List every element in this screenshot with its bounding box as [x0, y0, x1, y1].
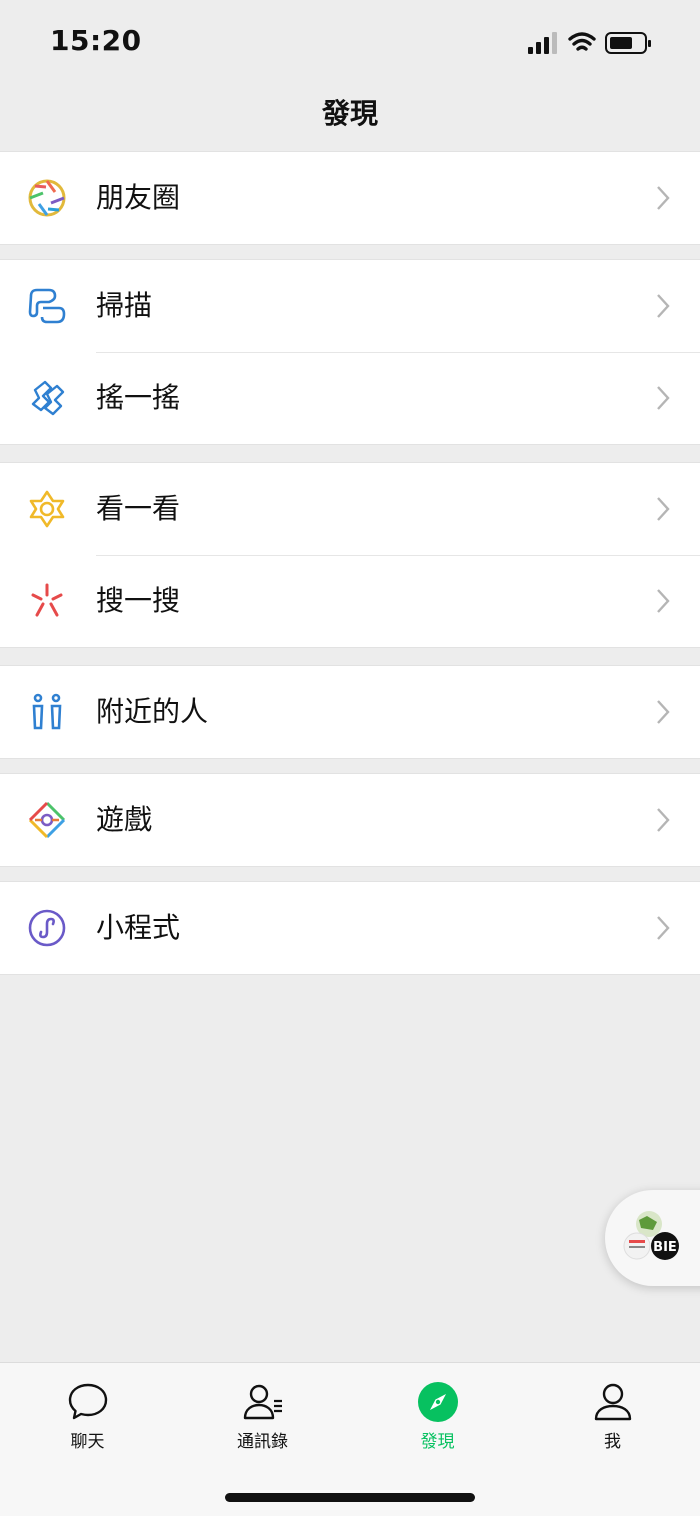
chevron-right-icon — [657, 294, 670, 318]
mini-program-avatars-icon: BIE — [623, 1211, 679, 1260]
menu-group-mini-programs: 小程式 — [0, 881, 700, 975]
games-icon — [28, 801, 66, 839]
menu-item-search[interactable]: 搜一搜 — [0, 555, 700, 647]
menu-group-games: 遊戲 — [0, 773, 700, 867]
tab-me[interactable]: 我 — [525, 1363, 700, 1463]
status-time: 15:20 — [50, 24, 142, 57]
nav-bar: 發現 — [0, 84, 700, 150]
chevron-right-icon — [657, 700, 670, 724]
tab-discover[interactable]: 發現 — [350, 1363, 525, 1463]
tab-label: 聊天 — [70, 1432, 105, 1452]
menu-item-label: 搜一搜 — [96, 584, 181, 617]
scan-icon — [28, 288, 66, 324]
chevron-right-icon — [657, 916, 670, 940]
menu-item-mini-programs[interactable]: 小程式 — [0, 882, 700, 974]
tab-contacts[interactable]: 通訊錄 — [175, 1363, 350, 1463]
tab-label: 我 — [604, 1432, 621, 1452]
chat-bubble-icon — [68, 1383, 108, 1420]
menu-item-people-nearby[interactable]: 附近的人 — [0, 666, 700, 758]
chevron-right-icon — [657, 186, 670, 210]
top-stories-icon — [29, 490, 65, 528]
shake-icon — [31, 380, 65, 416]
menu-item-label: 搖一搖 — [96, 381, 181, 414]
menu-group-look-search: 看一看 搜一搜 — [0, 462, 700, 648]
status-bar: 15:20 — [0, 0, 700, 84]
tab-label: 通訊錄 — [237, 1432, 288, 1452]
mini-programs-icon — [28, 909, 66, 947]
chevron-right-icon — [657, 386, 670, 410]
menu-item-moments[interactable]: 朋友圈 — [0, 152, 700, 244]
page-title: 發現 — [321, 97, 378, 130]
menu-item-label: 看一看 — [96, 492, 181, 525]
menu-item-label: 朋友圈 — [96, 181, 181, 214]
menu-group-scan-shake: 掃描 搖一搖 — [0, 259, 700, 445]
compass-icon — [418, 1382, 458, 1422]
tab-chats[interactable]: 聊天 — [0, 1363, 175, 1463]
floating-mini-program-button[interactable]: BIE — [605, 1190, 700, 1286]
moments-aperture-icon — [28, 179, 66, 217]
chevron-right-icon — [657, 808, 670, 832]
menu-group-moments: 朋友圈 — [0, 151, 700, 245]
menu-item-games[interactable]: 遊戲 — [0, 774, 700, 866]
signal-icon — [528, 32, 557, 54]
status-icons — [528, 32, 651, 54]
menu-item-label: 小程式 — [96, 911, 181, 944]
chevron-right-icon — [657, 497, 670, 521]
menu-item-label: 附近的人 — [96, 695, 209, 728]
person-icon — [594, 1383, 632, 1421]
battery-icon — [605, 32, 651, 54]
contacts-icon — [243, 1384, 282, 1420]
menu-item-label: 掃描 — [96, 289, 153, 322]
search-sparkle-icon — [31, 583, 63, 617]
menu-item-top-stories[interactable]: 看一看 — [0, 463, 700, 555]
home-indicator — [225, 1493, 475, 1502]
wifi-icon — [568, 32, 596, 51]
menu-item-scan[interactable]: 掃描 — [0, 260, 700, 352]
people-nearby-icon — [32, 693, 62, 730]
menu-item-shake[interactable]: 搖一搖 — [0, 352, 700, 444]
menu-group-nearby: 附近的人 — [0, 665, 700, 759]
menu-item-label: 遊戲 — [96, 803, 153, 836]
svg-text:BIE: BIE — [653, 1240, 677, 1255]
chevron-right-icon — [657, 589, 670, 613]
tab-label: 發現 — [420, 1432, 455, 1452]
